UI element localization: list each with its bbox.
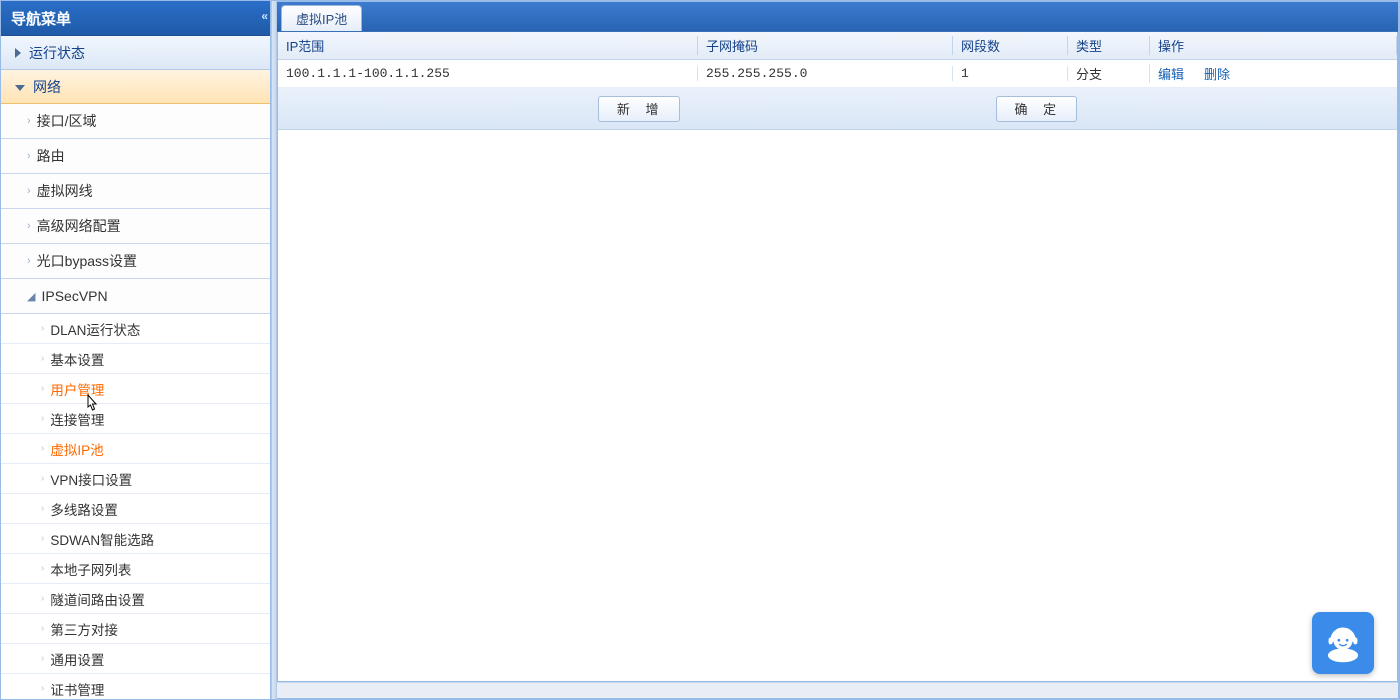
- chevron-right-icon: ›: [41, 353, 44, 364]
- chevron-right-icon: ›: [27, 115, 31, 127]
- leaf-cert[interactable]: › 证书管理: [1, 674, 270, 699]
- chevron-right-icon: ›: [41, 653, 44, 664]
- leaf-dlan-status[interactable]: › DLAN运行状态: [1, 314, 270, 344]
- app-root: 导航菜单 « 运行状态 网络 › 接口/区域 › 路由: [0, 0, 1400, 700]
- add-button[interactable]: 新 增: [598, 96, 680, 122]
- chevron-right-icon: ›: [41, 623, 44, 634]
- chevron-down-icon: ◢: [27, 290, 35, 303]
- sidebar-collapse-icon[interactable]: «: [261, 9, 264, 23]
- leaf-label: 隧道间路由设置: [50, 589, 145, 609]
- col-type[interactable]: 类型: [1068, 36, 1150, 55]
- leaf-user-mgmt[interactable]: › 用户管理: [1, 374, 270, 404]
- chevron-right-icon: ›: [27, 220, 31, 232]
- nav-item-status[interactable]: 运行状态: [1, 36, 270, 70]
- leaf-label: VPN接口设置: [50, 469, 132, 489]
- subnav-route[interactable]: › 路由: [1, 139, 270, 174]
- chevron-down-icon: [15, 85, 25, 91]
- leaf-label: 虚拟IP池: [50, 439, 103, 459]
- leaf-tunnel-route[interactable]: › 隧道间路由设置: [1, 584, 270, 614]
- subnav-label: 虚拟网线: [37, 181, 93, 201]
- edit-link[interactable]: 编辑: [1158, 64, 1184, 83]
- chevron-right-icon: ›: [41, 473, 44, 484]
- leaf-label: 第三方对接: [50, 619, 118, 639]
- leaf-local-subnet[interactable]: › 本地子网列表: [1, 554, 270, 584]
- leaf-label: 证书管理: [50, 679, 104, 699]
- subnav-interface[interactable]: › 接口/区域: [1, 104, 270, 139]
- leaf-virtual-ip-pool[interactable]: › 虚拟IP池: [1, 434, 270, 464]
- nav-menu: 运行状态 网络 › 接口/区域 › 路由 › 虚拟网线: [1, 36, 270, 699]
- col-actions: 操作: [1150, 36, 1397, 55]
- delete-link[interactable]: 删除: [1204, 64, 1230, 83]
- table-row[interactable]: 100.1.1.1-100.1.1.255 255.255.255.0 1 分支…: [278, 60, 1397, 88]
- leaf-sdwan[interactable]: › SDWAN智能选路: [1, 524, 270, 554]
- col-ip-range[interactable]: IP范围: [278, 36, 698, 55]
- subnav-ipsecvpn[interactable]: ◢ IPSecVPN: [1, 279, 270, 314]
- confirm-button[interactable]: 确 定: [996, 96, 1078, 122]
- subnav-bypass[interactable]: › 光口bypass设置: [1, 244, 270, 279]
- subnav-label: 路由: [37, 146, 65, 166]
- subsub-ipsecvpn: › DLAN运行状态 › 基本设置 › 用户管理 › 连接管理: [1, 314, 270, 699]
- leaf-label: SDWAN智能选路: [50, 529, 154, 549]
- leaf-conn-mgmt[interactable]: › 连接管理: [1, 404, 270, 434]
- cell-segments: 1: [953, 66, 1068, 81]
- horizontal-scrollbar[interactable]: [277, 682, 1398, 698]
- grid-header: IP范围 子网掩码 网段数 类型 操作: [278, 32, 1397, 60]
- subnav-label: 光口bypass设置: [37, 251, 137, 271]
- sidebar-header: 导航菜单 «: [1, 1, 270, 36]
- tab-virtual-ip-pool[interactable]: 虚拟IP池: [281, 5, 362, 31]
- leaf-label: 用户管理: [50, 379, 104, 399]
- chevron-right-icon: ›: [41, 443, 44, 454]
- chevron-right-icon: ›: [41, 413, 44, 424]
- leaf-label: 本地子网列表: [50, 559, 131, 579]
- leaf-label: DLAN运行状态: [50, 319, 140, 339]
- leaf-general[interactable]: › 通用设置: [1, 644, 270, 674]
- chevron-right-icon: ›: [41, 383, 44, 394]
- subnav-advanced-net[interactable]: › 高级网络配置: [1, 209, 270, 244]
- main-panel: 虚拟IP池 IP范围 子网掩码 网段数 类型 操作 100.1.1.1-100.…: [277, 1, 1399, 699]
- subnav-label: 高级网络配置: [37, 216, 121, 236]
- tabbar: 虚拟IP池: [277, 2, 1398, 32]
- nav-item-label: 网络: [33, 77, 61, 97]
- chevron-right-icon: ›: [41, 593, 44, 604]
- chevron-right-icon: ›: [27, 255, 31, 267]
- content-area: IP范围 子网掩码 网段数 类型 操作 100.1.1.1-100.1.1.25…: [277, 32, 1398, 682]
- sidebar-title: 导航菜单: [11, 8, 71, 29]
- chevron-right-icon: ›: [41, 323, 44, 334]
- support-agent-icon: [1321, 621, 1365, 665]
- leaf-label: 多线路设置: [50, 499, 118, 519]
- leaf-thirdparty[interactable]: › 第三方对接: [1, 614, 270, 644]
- leaf-basic-settings[interactable]: › 基本设置: [1, 344, 270, 374]
- toolbar: 新 增 确 定: [278, 88, 1397, 130]
- cell-actions: 编辑 删除: [1150, 64, 1397, 83]
- chevron-right-icon: ›: [41, 503, 44, 514]
- col-segments[interactable]: 网段数: [953, 36, 1068, 55]
- subnav-label: IPSecVPN: [41, 288, 107, 304]
- help-widget[interactable]: [1312, 612, 1374, 674]
- chevron-right-icon: [15, 48, 21, 58]
- nav-item-network[interactable]: 网络: [1, 70, 270, 104]
- nav-item-label: 运行状态: [29, 43, 85, 63]
- leaf-label: 基本设置: [50, 349, 104, 369]
- cell-type: 分支: [1068, 64, 1150, 83]
- sidebar: 导航菜单 « 运行状态 网络 › 接口/区域 › 路由: [1, 1, 271, 699]
- chevron-right-icon: ›: [41, 563, 44, 574]
- leaf-vpn-if[interactable]: › VPN接口设置: [1, 464, 270, 494]
- col-mask[interactable]: 子网掩码: [698, 36, 953, 55]
- leaf-label: 连接管理: [50, 409, 104, 429]
- content-blank: [278, 130, 1397, 681]
- subnav-label: 接口/区域: [37, 111, 97, 131]
- chevron-right-icon: ›: [27, 185, 31, 197]
- leaf-multiline[interactable]: › 多线路设置: [1, 494, 270, 524]
- cell-mask: 255.255.255.0: [698, 66, 953, 81]
- leaf-label: 通用设置: [50, 649, 104, 669]
- tab-label: 虚拟IP池: [296, 9, 347, 28]
- chevron-right-icon: ›: [41, 683, 44, 694]
- chevron-right-icon: ›: [41, 533, 44, 544]
- subnav-virtual-line[interactable]: › 虚拟网线: [1, 174, 270, 209]
- chevron-right-icon: ›: [27, 150, 31, 162]
- subnav-network: › 接口/区域 › 路由 › 虚拟网线 › 高级网络配置 › 光口bypas: [1, 104, 270, 699]
- cell-ip-range: 100.1.1.1-100.1.1.255: [278, 66, 698, 81]
